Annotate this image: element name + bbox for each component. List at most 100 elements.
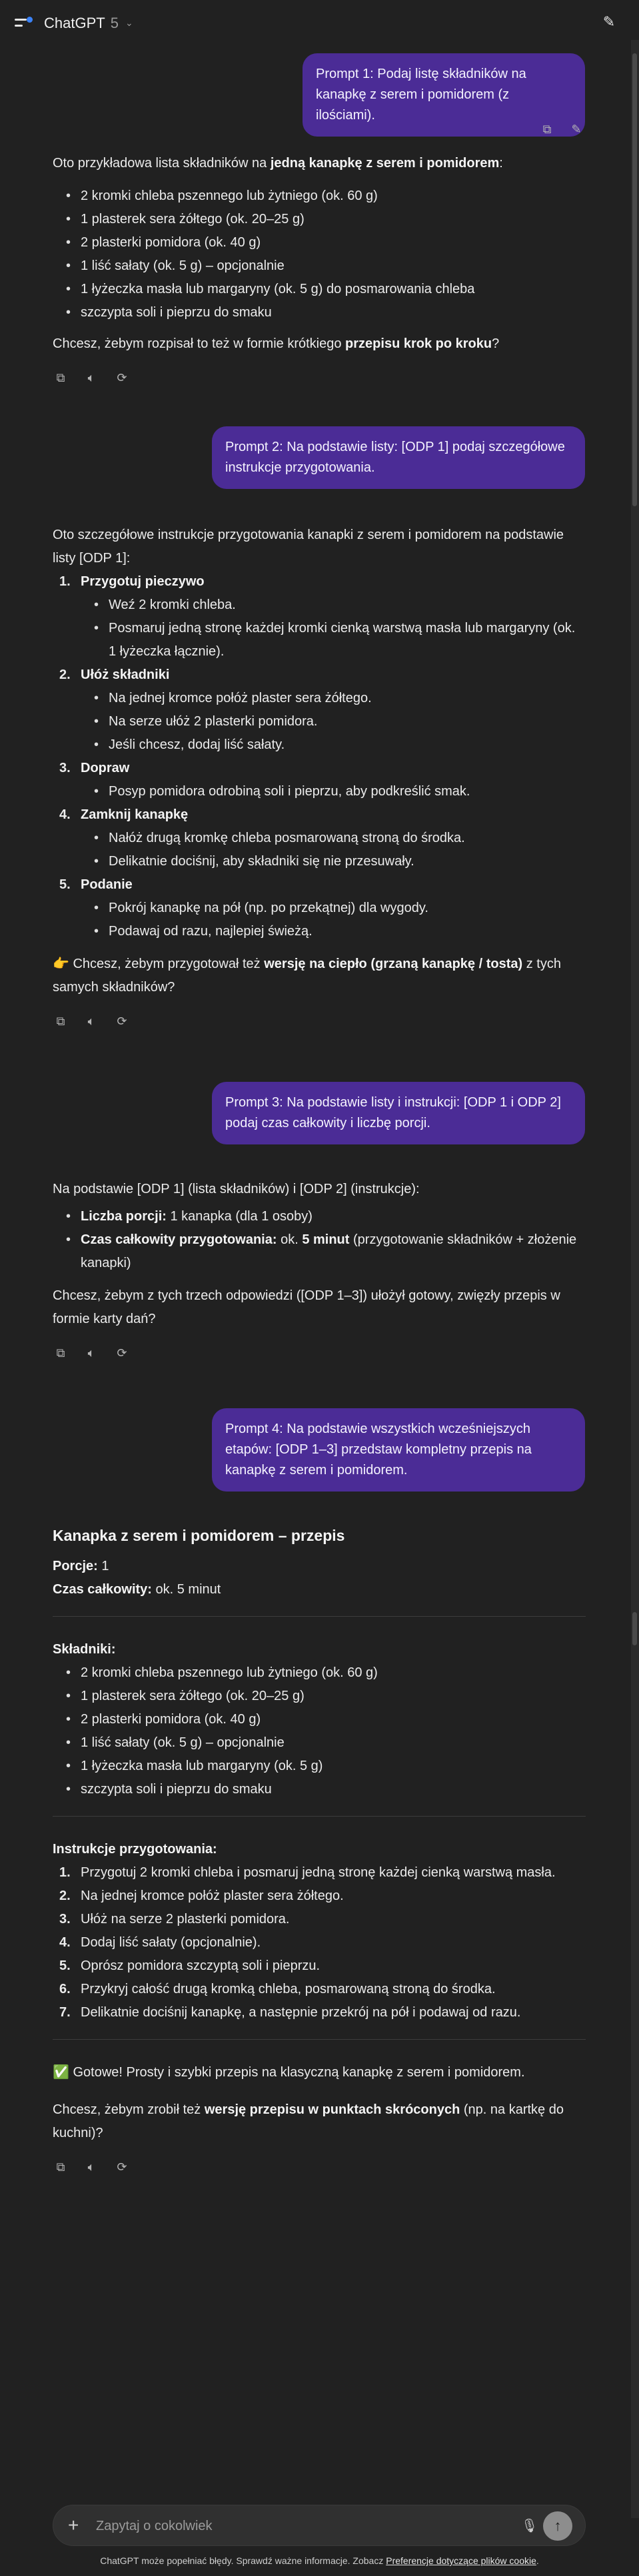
- copy-icon[interactable]: ⧉: [53, 2159, 69, 2175]
- user-message: Prompt 2: Na podstawie listy: [ODP 1] po…: [212, 426, 585, 489]
- list-item: 1 plasterek sera żółtego (ok. 20–25 g): [53, 208, 586, 231]
- list-item: 1 plasterek sera żółtego (ok. 20–25 g): [53, 1685, 586, 1708]
- cookie-preferences-link[interactable]: Preferencje dotyczące plików cookie: [386, 2555, 536, 2566]
- message-composer: + 🎙︎ ↑: [53, 2505, 586, 2546]
- answer-followup: Chcesz, żebym rozpisał to też w formie k…: [53, 336, 500, 351]
- list-item: 2 plasterki pomidora (ok. 40 g): [53, 1708, 586, 1731]
- list-item: 6. Przykryj całość drugą kromką chleba, p…: [59, 1982, 496, 1996]
- user-message-actions: ⧉ ✎: [539, 121, 584, 137]
- answer-followup: Chcesz, żebym z tych trzech odpowiedzi (…: [53, 1288, 560, 1326]
- list-item: szczypta soli i pieprzu do smaku: [53, 301, 586, 324]
- plus-icon[interactable]: +: [68, 2515, 79, 2536]
- list-item: Posmaruj jedną stronę każdej kromki cien…: [81, 617, 586, 663]
- answer-intro: Oto przykładowa lista składników na jedn…: [53, 156, 503, 171]
- speaker-icon[interactable]: 🔈︎: [83, 1345, 99, 1361]
- list-item: 4. Dodaj liść sałaty (opcjonalnie).: [59, 1935, 261, 1950]
- list-item: Na serze ułóż 2 plasterki pomidora.: [81, 710, 586, 733]
- step-title: Dopraw: [81, 761, 130, 775]
- new-chat-icon[interactable]: ✎: [599, 12, 619, 32]
- regenerate-icon[interactable]: ⟳: [114, 1013, 130, 1029]
- assistant-message: Kanapka z serem i pomidorem – przepis Po…: [53, 1524, 586, 2175]
- answer-intro: Na podstawie [ODP 1] (lista składników) …: [53, 1182, 420, 1196]
- edit-icon[interactable]: ✎: [568, 121, 584, 137]
- user-message: Prompt 4: Na podstawie wszystkich wcześn…: [212, 1408, 585, 1492]
- answer-followup: Chcesz, żebym zrobił też wersję przepisu…: [53, 2102, 564, 2140]
- list-item: 2. Na jednej kromce połóż plaster sera żó…: [59, 1889, 344, 1903]
- step-title: Podanie: [81, 877, 133, 892]
- divider: [53, 1616, 586, 1617]
- list-item: 2 kromki chleba pszennego lub żytniego (…: [53, 1661, 586, 1685]
- recipe-time: Czas całkowity: ok. 5 minut: [53, 1582, 221, 1597]
- recipe-done-note: ✅ Gotowe! Prosty i szybki przepis na kla…: [53, 2065, 525, 2080]
- prompt-input[interactable]: [96, 2515, 496, 2537]
- copy-icon[interactable]: ⧉: [539, 121, 555, 137]
- regenerate-icon[interactable]: ⟳: [114, 370, 130, 386]
- list-item: 1 łyżeczka masła lub margaryny (ok. 5 g): [53, 1755, 586, 1778]
- top-bar: ChatGPT 5 ⌄ ✎: [0, 0, 639, 48]
- list-item: Podawaj od razu, najlepiej świeżą.: [81, 920, 586, 943]
- list-item: 2.Ułóż składniki Na jednej kromce połóż …: [53, 663, 586, 757]
- scrollbar-thumb[interactable]: [632, 1612, 637, 1645]
- user-message-text: Prompt 2: Na podstawie listy: [ODP 1] po…: [225, 440, 565, 475]
- list-item: Posyp pomidora odrobiną soli i pieprzu, …: [81, 780, 586, 803]
- list-item: 1 liść sałaty (ok. 5 g) – opcjonalnie: [53, 254, 586, 278]
- list-item: 5.Podanie Pokrój kanapkę na pół (np. po …: [53, 873, 586, 943]
- assistant-message-actions: ⧉ 🔈︎ ⟳: [53, 2159, 586, 2175]
- ingredients-heading: Składniki:: [53, 1642, 116, 1657]
- user-message-text: Prompt 4: Na podstawie wszystkich wcześn…: [225, 1422, 532, 1478]
- user-message: Prompt 3: Na podstawie listy i instrukcj…: [212, 1082, 585, 1144]
- list-item: Na jednej kromce połóż plaster sera żółt…: [81, 687, 586, 710]
- list-item: 2 plasterki pomidora (ok. 40 g): [53, 231, 586, 254]
- user-message-text: Prompt 3: Na podstawie listy i instrukcj…: [225, 1095, 561, 1130]
- divider: [53, 2039, 586, 2040]
- copy-icon[interactable]: ⧉: [53, 1345, 69, 1361]
- list-item: 1. Przygotuj 2 kromki chleba i posmaruj j…: [59, 1865, 556, 1880]
- list-item: 4.Zamknij kanapkę Nałóż drugą kromkę chl…: [53, 803, 586, 873]
- instruction-list: 1.Przygotuj pieczywo Weź 2 kromki chleba…: [53, 570, 586, 943]
- user-message-text: Prompt 1: Podaj listę składników na kana…: [316, 67, 526, 123]
- assistant-message-actions: ⧉ 🔈︎ ⟳: [53, 1013, 586, 1029]
- microphone-icon[interactable]: 🎙︎: [521, 2517, 538, 2535]
- list-item: 3.Dopraw Posyp pomidora odrobiną soli i …: [53, 757, 586, 803]
- list-item: Jeśli chcesz, dodaj liść sałaty.: [81, 733, 586, 757]
- step-title: Ułóż składniki: [81, 667, 170, 682]
- send-arrow-icon[interactable]: ↑: [543, 2511, 572, 2541]
- scrollbar[interactable]: [631, 40, 639, 2518]
- speaker-icon[interactable]: 🔈︎: [83, 1013, 99, 1029]
- model-selector[interactable]: ChatGPT 5 ⌄: [44, 11, 133, 35]
- ingredient-list: 2 kromki chleba pszennego lub żytniego (…: [53, 1661, 586, 1801]
- regenerate-icon[interactable]: ⟳: [114, 2159, 130, 2175]
- step-title: Przygotuj pieczywo: [81, 574, 205, 589]
- list-item: 5. Oprósz pomidora szczyptą soli i pieprz…: [59, 1958, 320, 1973]
- list-item: Liczba porcji: 1 kanapka (dla 1 osoby): [53, 1205, 586, 1228]
- list-item: 1 liść sałaty (ok. 5 g) – opcjonalnie: [53, 1731, 586, 1755]
- speaker-icon[interactable]: 🔈︎: [83, 370, 99, 386]
- list-item: Pokrój kanapkę na pół (np. po przekątnej…: [81, 897, 586, 920]
- instruction-list: 1. Przygotuj 2 kromki chleba i posmaruj j…: [53, 1861, 586, 2024]
- answer-followup: 👉 Chcesz, żebym przygotował też wersję n…: [53, 957, 561, 995]
- list-item: 1 łyżeczka masła lub margaryny (ok. 5 g)…: [53, 278, 586, 301]
- model-version: 5: [110, 14, 119, 31]
- instructions-heading: Instrukcje przygotowania:: [53, 1842, 217, 1857]
- summary-list: Liczba porcji: 1 kanapka (dla 1 osoby) C…: [53, 1205, 586, 1275]
- answer-intro: Oto szczegółowe instrukcje przygotowania…: [53, 528, 564, 566]
- list-item: 1.Przygotuj pieczywo Weź 2 kromki chleba…: [53, 570, 586, 663]
- list-item: 3. Ułóż na serze 2 plasterki pomidora.: [59, 1912, 290, 1927]
- copy-icon[interactable]: ⧉: [53, 1013, 69, 1029]
- ingredient-list: 2 kromki chleba pszennego lub żytniego (…: [53, 185, 586, 324]
- list-item: Nałóż drugą kromkę chleba posmarowaną st…: [81, 827, 586, 850]
- list-item: Weź 2 kromki chleba.: [81, 594, 586, 617]
- sidebar-menu-icon[interactable]: [13, 13, 33, 33]
- copy-icon[interactable]: ⧉: [53, 370, 69, 386]
- list-item: szczypta soli i pieprzu do smaku: [53, 1778, 586, 1801]
- list-item: 7. Delikatnie dociśnij kanapkę, a następn…: [59, 2005, 521, 2020]
- assistant-message: Oto szczegółowe instrukcje przygotowania…: [53, 524, 586, 1029]
- list-item: Czas całkowity przygotowania: ok. 5 minu…: [53, 1228, 586, 1275]
- recipe-title: Kanapka z serem i pomidorem – przepis: [53, 1527, 345, 1544]
- speaker-icon[interactable]: 🔈︎: [83, 2159, 99, 2175]
- scrollbar-thumb[interactable]: [632, 53, 637, 506]
- regenerate-icon[interactable]: ⟳: [114, 1345, 130, 1361]
- divider: [53, 1816, 586, 1817]
- list-item: 2 kromki chleba pszennego lub żytniego (…: [53, 185, 586, 208]
- assistant-message: Na podstawie [ODP 1] (lista składników) …: [53, 1178, 586, 1361]
